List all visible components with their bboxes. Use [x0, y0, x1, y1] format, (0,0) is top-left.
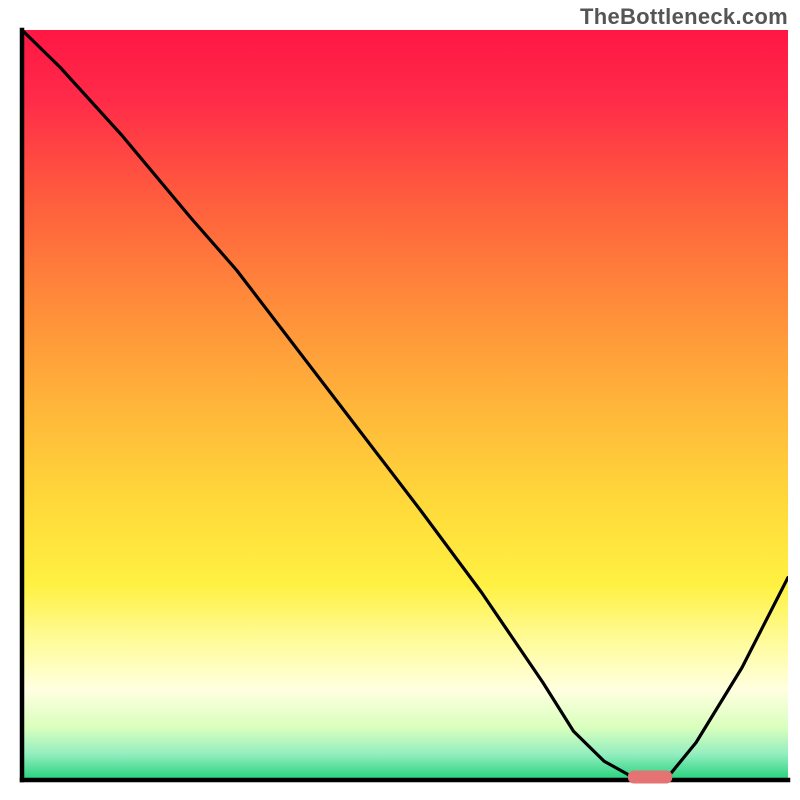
gradient-background — [22, 30, 788, 780]
optimum-marker — [628, 771, 672, 784]
bottleneck-chart — [0, 0, 800, 800]
watermark-text: TheBottleneck.com — [580, 4, 788, 30]
chart-container: TheBottleneck.com — [0, 0, 800, 800]
